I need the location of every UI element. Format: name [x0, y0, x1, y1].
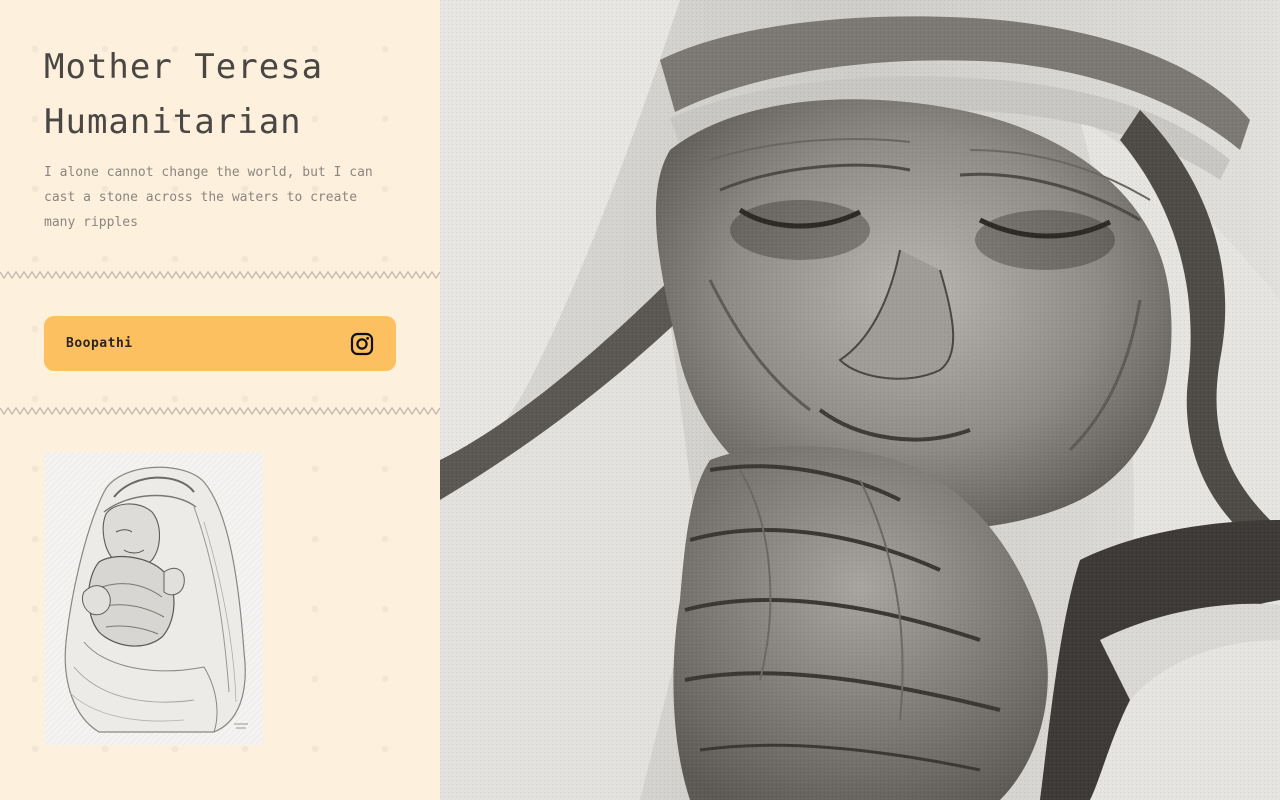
instagram-link-card[interactable]: Boopathi [44, 316, 396, 371]
social-username: Boopathi [66, 336, 133, 351]
instagram-icon[interactable] [350, 332, 374, 356]
title-name: Mother Teresa [44, 47, 324, 87]
quote-text: I alone cannot change the world, but I c… [44, 165, 373, 230]
page-title: Mother Teresa Humanitarian [44, 40, 424, 150]
title-role: Humanitarian [44, 102, 302, 142]
sketch-artwork-image [44, 452, 263, 745]
portrait-photo [440, 0, 1280, 800]
zigzag-divider-bottom [0, 406, 440, 416]
profile-panel: Mother Teresa Humanitarian I alone canno… [0, 0, 440, 800]
zigzag-divider-top [0, 270, 440, 280]
